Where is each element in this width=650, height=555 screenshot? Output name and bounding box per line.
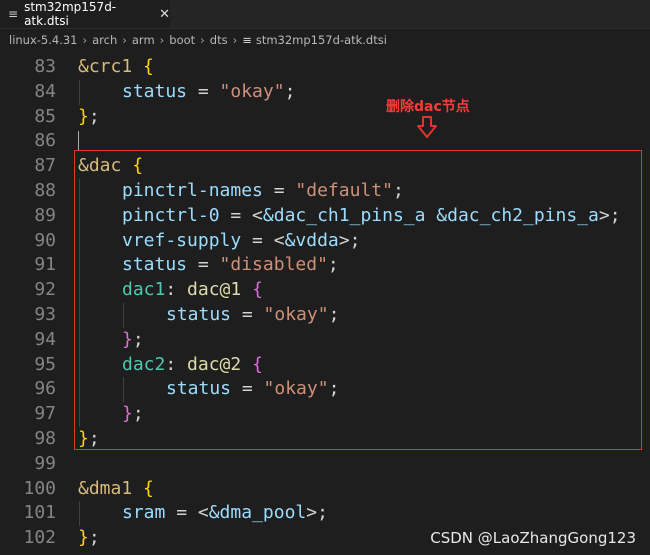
code-token: = <	[165, 502, 209, 524]
line-number: 99	[34, 452, 56, 474]
lines-file-icon: ≡	[242, 33, 252, 47]
code-token: &crc1	[78, 56, 144, 77]
line-number: 96	[34, 378, 56, 400]
tab-stm32mp157d-atk-dtsi[interactable]: ≡ stm32mp157d-atk.dtsi ✕	[0, 0, 170, 28]
close-icon[interactable]: ✕	[159, 7, 170, 22]
line-number: 100	[23, 477, 56, 499]
line-number: 90	[34, 229, 56, 251]
line-number: 102	[23, 527, 56, 549]
line-number: 85	[34, 105, 56, 127]
code-text: sram = <&dma_pool>;	[122, 501, 328, 526]
line-number: 94	[34, 328, 56, 350]
breadcrumb-item[interactable]: arch	[92, 33, 117, 47]
chevron-right-icon: ›	[82, 33, 88, 47]
code-token: >;	[306, 502, 328, 524]
indent-guide	[79, 79, 80, 105]
line-number: 95	[34, 353, 56, 375]
code-line[interactable]: 100 &dma1 {	[0, 477, 650, 502]
breadcrumb-item[interactable]: dts	[210, 33, 228, 47]
text-cursor	[78, 131, 79, 152]
code-token: ;	[88, 105, 100, 127]
line-number: 92	[34, 279, 56, 301]
code-text: status = "okay";	[122, 80, 295, 105]
line-number: 91	[34, 254, 56, 276]
watermark: CSDN @LaoZhangGong123	[430, 529, 636, 547]
line-number: 88	[34, 180, 56, 201]
chevron-right-icon: ›	[232, 33, 238, 47]
code-line[interactable]: 85};	[0, 105, 650, 130]
chevron-right-icon: ›	[200, 33, 205, 47]
breadcrumb-file[interactable]: stm32mp157d-atk.dtsi	[256, 33, 387, 47]
dac-node-highlight-box	[74, 150, 642, 450]
line-number: 97	[34, 403, 56, 425]
code-line[interactable]: 84 status = "okay";	[0, 80, 650, 105]
line-number: 98	[34, 428, 56, 449]
code-token: {	[143, 56, 154, 77]
code-token: }	[78, 527, 89, 549]
line-number: 93	[34, 304, 56, 325]
code-token: {	[143, 477, 154, 499]
hollow-down-arrow-icon	[417, 116, 437, 138]
breadcrumb-item[interactable]: boot	[169, 33, 195, 47]
breadcrumb: linux-5.4.31 › arch › arm › boot › dts › ≡ stm32mp1…	[0, 29, 650, 51]
tab-title: stm32mp157d-atk.dtsi	[24, 0, 117, 28]
code-line[interactable]: 83 &crc1 {	[0, 55, 650, 80]
breadcrumb-item[interactable]: arm	[132, 33, 155, 47]
code-line[interactable]: 99	[0, 452, 650, 477]
code-token: sram	[122, 502, 166, 524]
code-token: ;	[88, 527, 100, 549]
line-number: 101	[23, 502, 56, 524]
code-token: &dma1	[78, 477, 144, 499]
annotation-text: 删除dac节点	[386, 99, 470, 115]
code-token: =	[187, 80, 220, 102]
code-text: &crc1 {	[78, 55, 154, 80]
code-token: ;	[284, 80, 296, 102]
line-number: 86	[34, 130, 56, 152]
lines-file-icon: ≡	[8, 7, 19, 21]
code-text: &dma1 {	[78, 477, 154, 502]
code-token: &dma_pool	[208, 502, 307, 524]
breadcrumb-item[interactable]: linux-5.4.31	[9, 33, 78, 47]
code-text: };	[78, 105, 100, 130]
line-number: 89	[34, 204, 56, 226]
chevron-right-icon: ›	[159, 33, 165, 47]
code-line[interactable]: 101 sram = <&dma_pool>;	[0, 501, 650, 526]
code-text: };	[78, 526, 100, 551]
code-token: status	[122, 80, 188, 102]
line-number: 87	[34, 155, 56, 177]
code-token: }	[78, 105, 89, 127]
line-number: 84	[34, 80, 56, 102]
line-number: 83	[34, 56, 56, 77]
chevron-right-icon: ›	[122, 33, 127, 47]
tab-bar: ≡ stm32mp157d-atk.dtsi ✕	[0, 0, 650, 29]
code-token: "okay"	[219, 80, 285, 102]
indent-guide	[79, 501, 80, 527]
